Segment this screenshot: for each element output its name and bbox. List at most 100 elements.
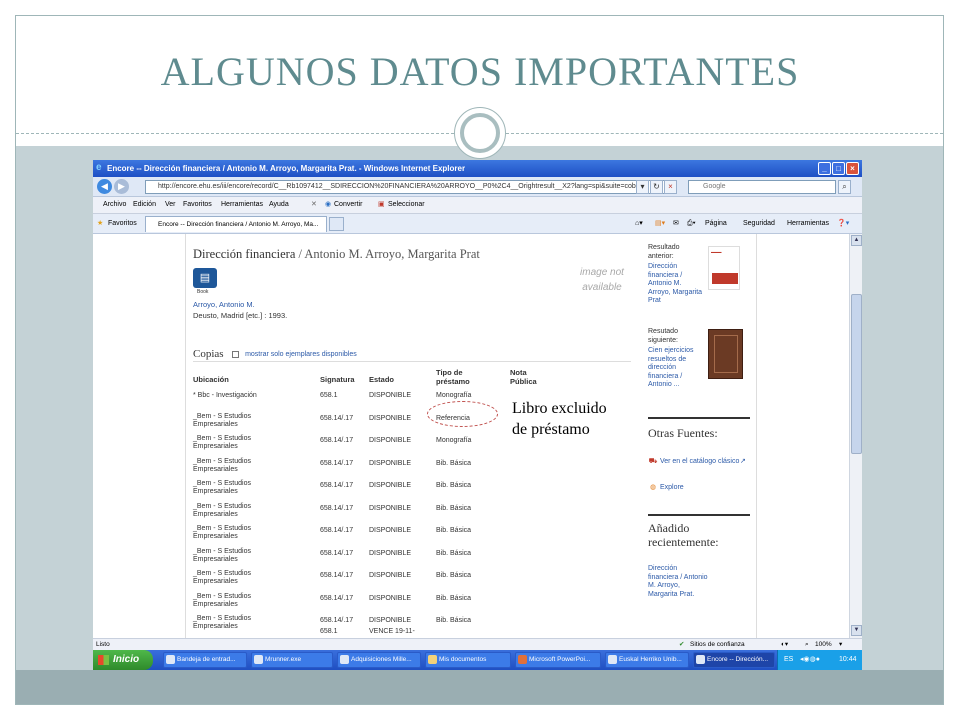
cell-callno: 658.14/.17: [320, 572, 354, 579]
explore-link[interactable]: Explore: [660, 484, 684, 491]
other-sources-heading: Otras Fuentes:: [648, 426, 718, 440]
clock: 10:44: [839, 656, 857, 663]
cover-frame: [714, 335, 738, 373]
car-icon: ⛟: [648, 458, 658, 465]
cell-location: _Bem - S Estudios Empresariales: [193, 480, 251, 495]
feeds-icon[interactable]: ▤▾: [655, 214, 665, 233]
new-tab-button[interactable]: [329, 217, 344, 231]
next-result: Resutado siguiente: Cien ejercicios resu…: [648, 328, 703, 390]
forward-button[interactable]: ▶: [114, 179, 129, 194]
start-button[interactable]: Inicio: [93, 650, 153, 670]
catalog-link[interactable]: Ver en el catálogo clásico: [660, 458, 739, 465]
author-link[interactable]: Arroyo, Antonio M.: [193, 300, 255, 309]
mail-icon[interactable]: ✉: [673, 214, 679, 233]
task-documents[interactable]: Mis documentos: [425, 652, 511, 668]
favorites-button[interactable]: Favoritos: [108, 214, 137, 233]
maximize-button[interactable]: □: [832, 162, 845, 175]
next-result-cover[interactable]: [708, 329, 743, 379]
help-icon[interactable]: ❓▾: [837, 214, 849, 233]
select-button[interactable]: Seleccionar: [388, 197, 425, 213]
back-button[interactable]: ◀: [97, 179, 112, 194]
ie-icon: [608, 655, 617, 664]
tab-label: Encore -- Dirección financiera / Antonio…: [158, 221, 319, 228]
col-header-public-note: Nota Pública: [510, 368, 537, 386]
cell-loan-type: Bib. Básica: [436, 617, 472, 624]
page-menu[interactable]: Página: [705, 214, 727, 233]
table-row-partial: 658.1 VENCE 19-11-: [193, 628, 533, 638]
tray-icons[interactable]: ◂◉◍●: [800, 650, 820, 670]
external-link-icon[interactable]: ↗: [740, 458, 746, 467]
menu-herramientas[interactable]: Herramientas: [221, 197, 263, 213]
cell-loan-type: Bib. Básica: [436, 594, 472, 602]
stop-icon[interactable]: ×: [664, 180, 677, 194]
menu-favoritos[interactable]: Favoritos: [183, 197, 212, 213]
scroll-thumb[interactable]: [851, 294, 862, 454]
cell-location: _Bem - S Estudios Empresariales: [193, 457, 251, 473]
menu-edicion[interactable]: Edición: [133, 197, 156, 213]
recent-item-link[interactable]: Dirección financiera / Antonio M. Arroyo…: [648, 565, 708, 599]
prev-result-link[interactable]: Dirección financiera / Antonio M. Arroyo…: [648, 263, 703, 306]
next-result-link[interactable]: Cien ejercicios resueltos de dirección f…: [648, 347, 703, 390]
zoom-level[interactable]: 100%: [815, 639, 832, 650]
cell-callno: 658.14/.17: [320, 549, 354, 557]
trusted-zone: Sitios de confianza: [690, 641, 745, 648]
table-row: _Bem - S Estudios Empresariales 658.14/.1…: [193, 570, 533, 594]
task-encore[interactable]: Encore -- Dirección...: [693, 652, 775, 668]
task-millennium[interactable]: Adquisiciones Mille...: [337, 652, 421, 668]
task-powerpoint[interactable]: Microsoft PowerPoi...: [515, 652, 601, 668]
menu-archivo[interactable]: Archivo: [103, 197, 126, 213]
task-ehu[interactable]: Euskal Herriko Unib...: [605, 652, 689, 668]
cell-location: _Bem - S Estudios Empresariales: [193, 435, 251, 450]
folder-icon: [428, 655, 437, 664]
explore-icon: ◍: [649, 484, 657, 491]
address-dropdown-icon[interactable]: ▾: [636, 180, 649, 194]
tools-menu[interactable]: Herramientas: [787, 214, 829, 233]
cell-location: _Bem - S Estudios Empresariales: [193, 502, 251, 518]
favorites-star-icon: ★: [97, 220, 104, 227]
menu-ayuda[interactable]: Ayuda: [269, 197, 289, 213]
address-input[interactable]: http://encore.ehu.es/iii/encore/record/C…: [145, 180, 677, 194]
convert-button[interactable]: Convertir: [334, 197, 362, 213]
print-icon[interactable]: ⎙▾: [687, 214, 696, 233]
search-icon[interactable]: ⌕: [838, 180, 851, 194]
available-only-checkbox[interactable]: [232, 350, 240, 358]
cell-status: DISPONIBLE: [369, 617, 412, 624]
mrunner-icon: [254, 655, 263, 664]
recent-heading: Añadido recientemente:: [648, 521, 719, 549]
title-divider-right: [506, 133, 943, 134]
col-header-status: Estado: [369, 375, 395, 384]
scroll-down-icon[interactable]: ▼: [851, 625, 862, 636]
format-label: Book: [197, 289, 209, 295]
close-button[interactable]: ×: [846, 162, 859, 175]
menu-bar: Archivo Edición Ver Favoritos Herramient…: [93, 197, 862, 214]
menu-ver[interactable]: Ver: [165, 197, 176, 213]
cell-location: _Bem - S Estudios Empresariales: [193, 525, 251, 540]
task-label: Microsoft PowerPoi...: [529, 656, 591, 663]
copies-heading: Copias: [193, 348, 224, 360]
scroll-up-icon[interactable]: ▲: [851, 235, 862, 246]
minimize-button[interactable]: _: [818, 162, 831, 175]
protected-mode-icon[interactable]: ◐▾: [781, 639, 788, 650]
cell-status: DISPONIBLE: [369, 392, 412, 399]
cell-status: DISPONIBLE: [369, 414, 412, 422]
close-toolbar-icon[interactable]: ✕: [311, 197, 317, 213]
search-input[interactable]: Google: [688, 180, 836, 194]
refresh-icon[interactable]: ↻: [650, 180, 663, 194]
vertical-scrollbar[interactable]: ▲ ▼: [849, 234, 862, 638]
security-menu[interactable]: Seguridad: [743, 214, 775, 233]
cell-status: DISPONIBLE: [369, 482, 412, 489]
outlook-icon: [166, 655, 175, 664]
col-header-callno: Signatura: [320, 375, 355, 384]
language-indicator[interactable]: ES: [784, 650, 793, 670]
table-row: _Bem - S Estudios Empresariales 658.14/.1…: [193, 592, 533, 617]
task-mrunner[interactable]: Mrunner.exe: [251, 652, 333, 668]
cell-callno: 658.14/.17: [320, 527, 354, 534]
tab-encore[interactable]: Encore -- Dirección financiera / Antonio…: [145, 216, 327, 232]
home-icon[interactable]: ⌂▾: [635, 214, 643, 233]
task-outlook[interactable]: Bandeja de entrad...: [163, 652, 247, 668]
prev-result-cover[interactable]: ▬▬▬: [708, 246, 740, 290]
zoom-dropdown-icon[interactable]: ▾: [839, 639, 842, 650]
available-only-label[interactable]: mostrar solo ejemplares disponibles: [245, 351, 357, 358]
address-bar-row: ◀ ▶ http://encore.ehu.es/iii/encore/reco…: [93, 177, 862, 197]
cell-location: _Bem - S Estudios Empresariales: [193, 592, 251, 608]
